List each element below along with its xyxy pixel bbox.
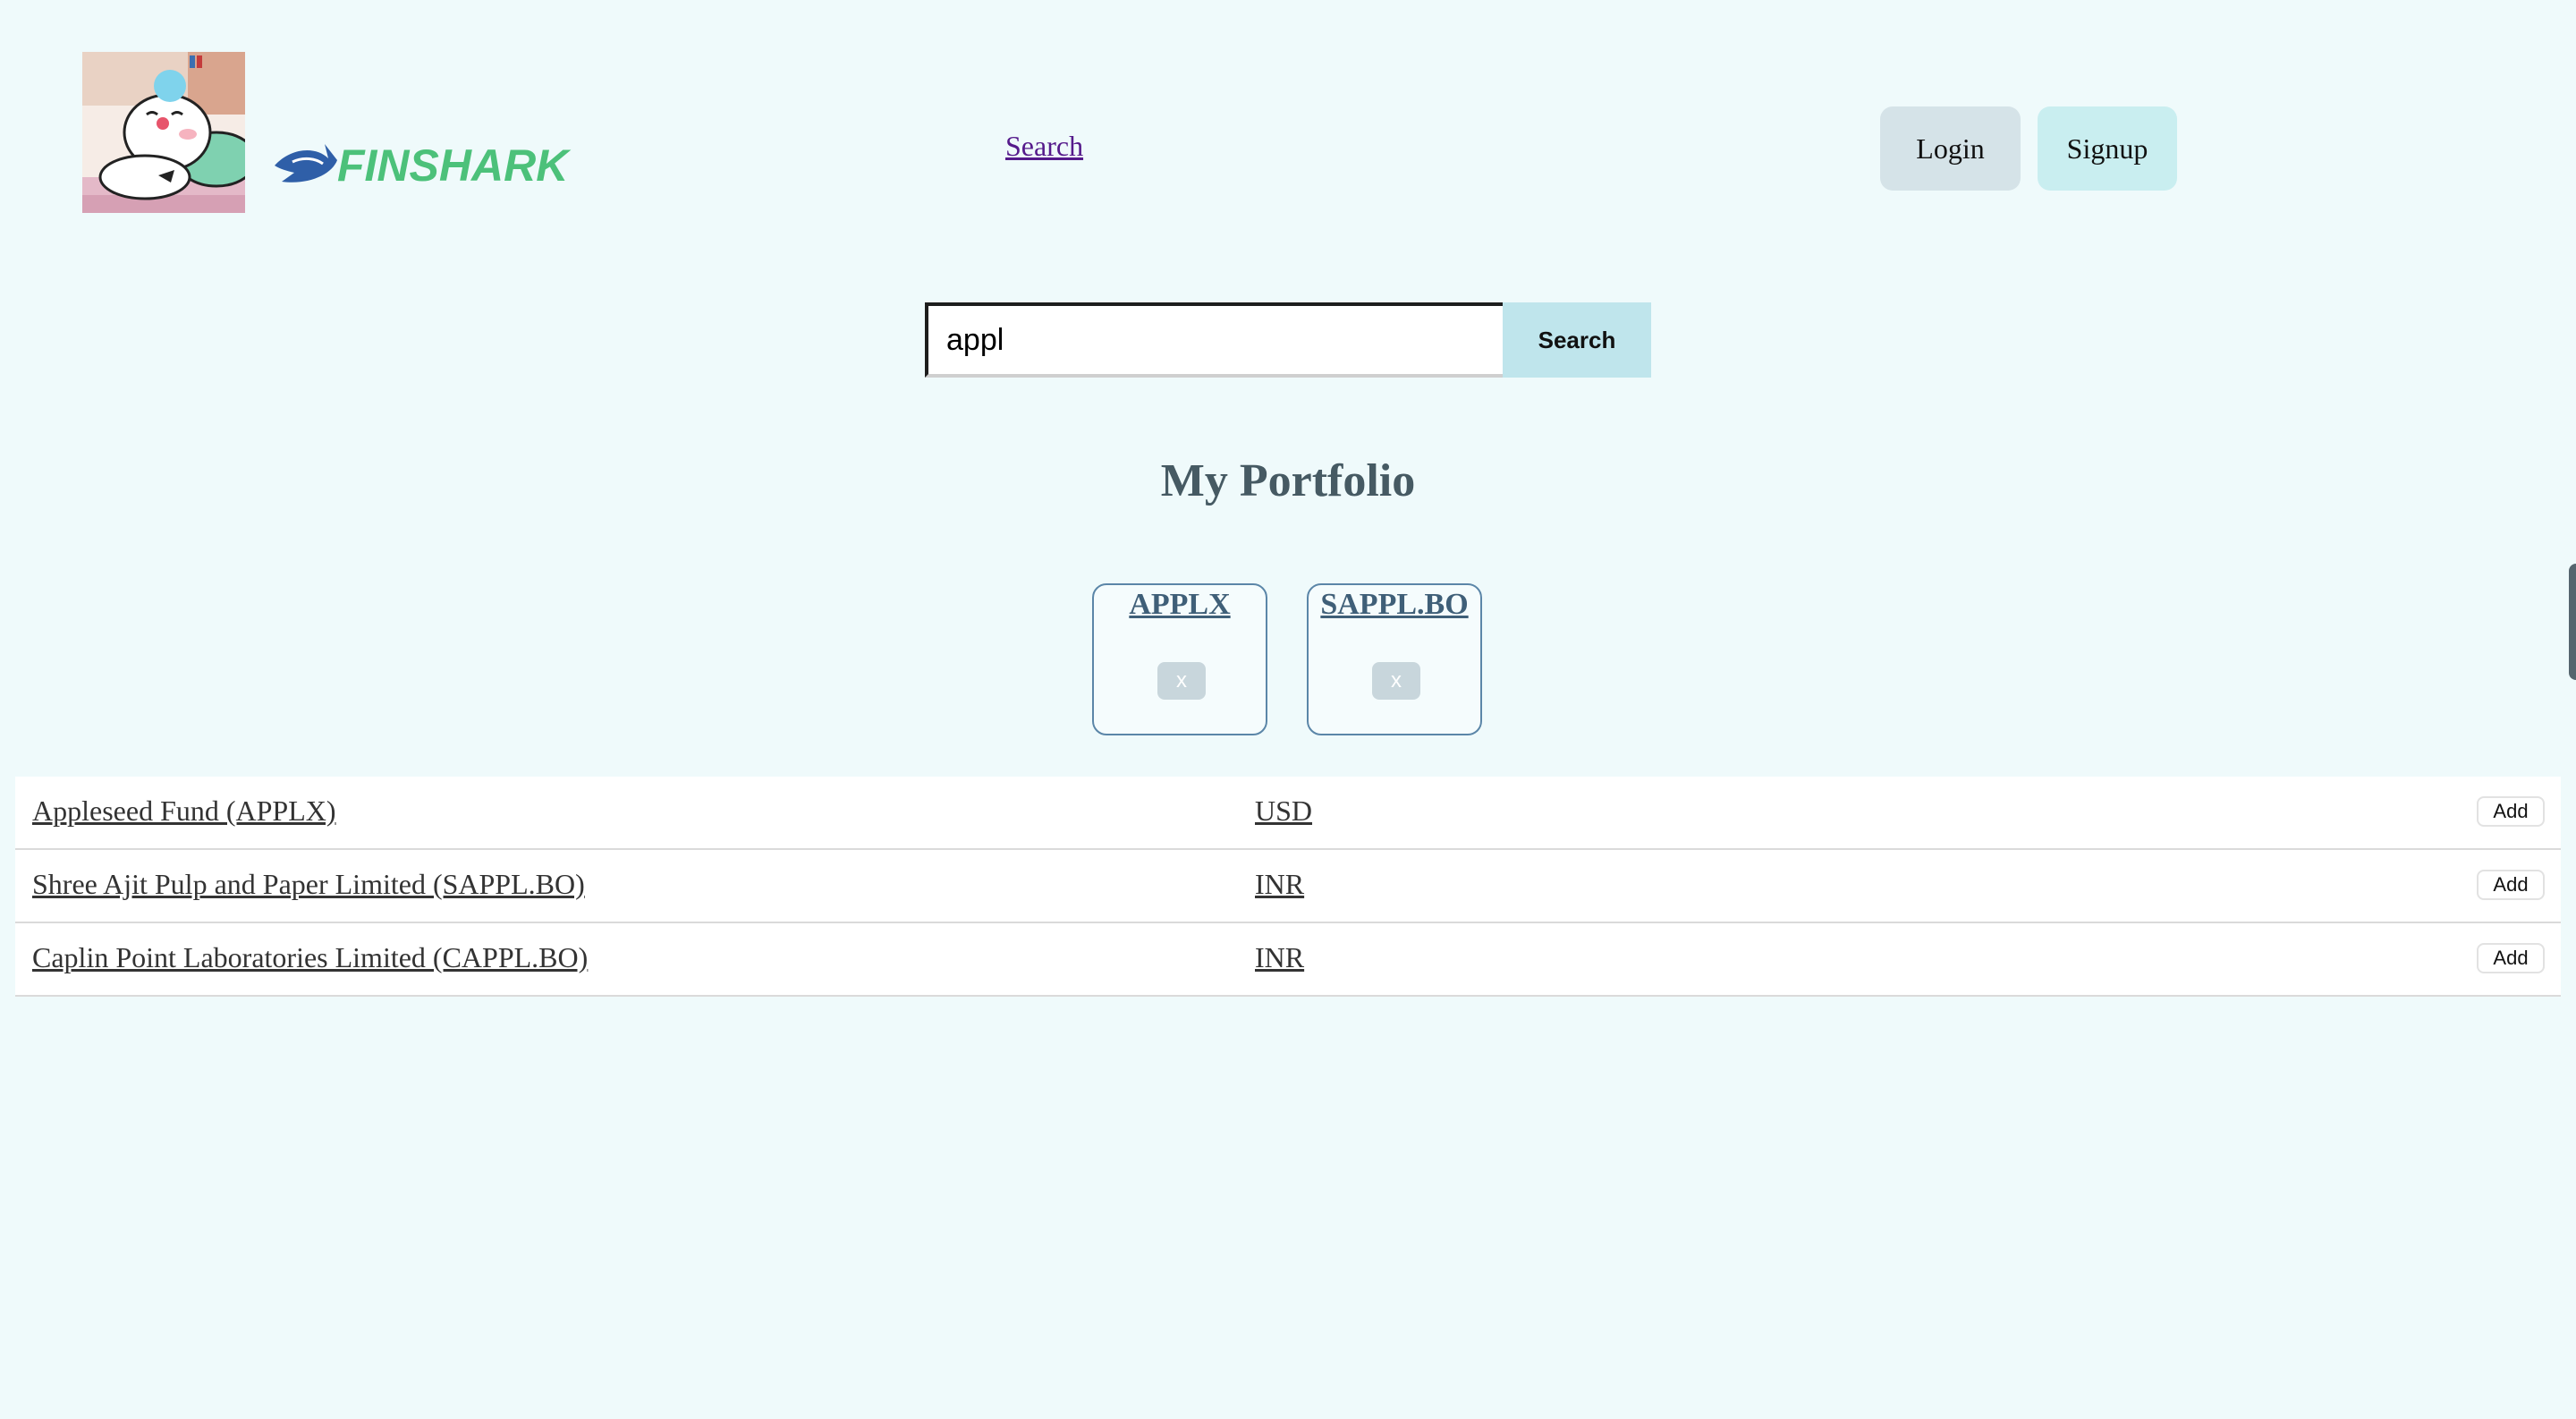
portfolio-title: My Portfolio: [1160, 455, 1416, 506]
cartoon-avatar-image: [82, 52, 245, 213]
brand-name-text: FINSHARK: [337, 140, 572, 191]
portfolio-card: SAPPL.BO x: [1307, 583, 1482, 735]
signup-button[interactable]: Signup: [2038, 106, 2177, 191]
login-button[interactable]: Login: [1880, 106, 2021, 191]
result-row: Shree Ajit Pulp and Paper Limited (SAPPL…: [15, 850, 2561, 923]
nav-search-link[interactable]: Search: [1005, 130, 1083, 163]
result-currency[interactable]: INR: [1255, 941, 1304, 974]
result-row: Caplin Point Laboratories Limited (CAPPL…: [15, 923, 2561, 997]
search-button[interactable]: Search: [1503, 302, 1651, 378]
portfolio-card-symbol[interactable]: SAPPL.BO: [1309, 585, 1480, 622]
finshark-logo[interactable]: FINSHARK: [273, 139, 657, 192]
result-company-name[interactable]: Caplin Point Laboratories Limited (CAPPL…: [32, 941, 588, 974]
search-results-list: Appleseed Fund (APPLX) USD Add Shree Aji…: [15, 777, 2561, 997]
sleeping-character-icon: [82, 52, 245, 213]
page: FINSHARK Search Login Signup Search My P…: [0, 0, 2576, 1419]
remove-portfolio-button[interactable]: x: [1157, 662, 1206, 700]
add-to-portfolio-button[interactable]: Add: [2477, 870, 2545, 900]
add-to-portfolio-button[interactable]: Add: [2477, 796, 2545, 827]
portfolio-card: APPLX x: [1092, 583, 1267, 735]
search-input[interactable]: [925, 302, 1503, 378]
result-currency[interactable]: INR: [1255, 868, 1304, 901]
result-currency[interactable]: USD: [1255, 794, 1312, 828]
result-company-name[interactable]: Shree Ajit Pulp and Paper Limited (SAPPL…: [32, 868, 585, 901]
result-company-name[interactable]: Appleseed Fund (APPLX): [32, 794, 336, 828]
portfolio-card-symbol[interactable]: APPLX: [1094, 585, 1266, 622]
shark-icon: FINSHARK: [275, 140, 572, 191]
result-row: Appleseed Fund (APPLX) USD Add: [15, 777, 2561, 850]
remove-portfolio-button[interactable]: x: [1372, 662, 1420, 700]
add-to-portfolio-button[interactable]: Add: [2477, 943, 2545, 973]
scrollbar-handle[interactable]: [2569, 564, 2576, 680]
